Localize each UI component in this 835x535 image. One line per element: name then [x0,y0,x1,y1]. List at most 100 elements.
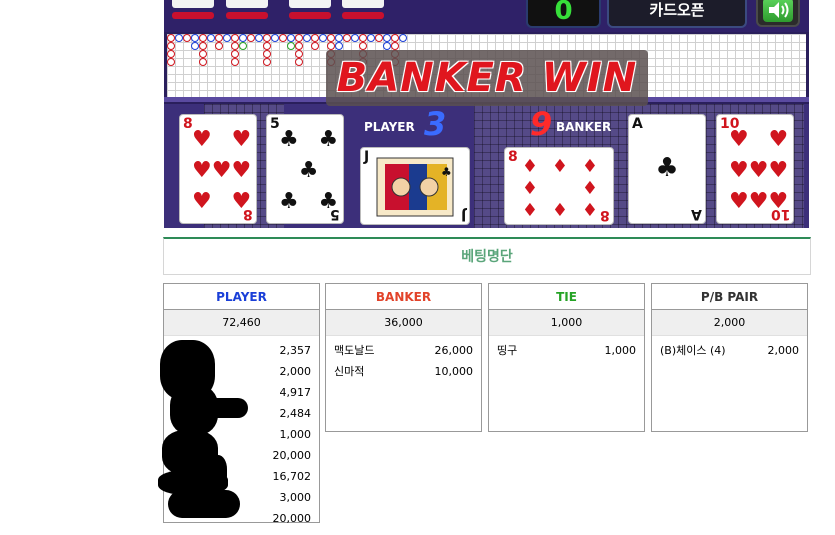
roadmap-bead [287,42,295,50]
round-counter: 0 [526,0,601,28]
roadmap-bead [367,34,375,42]
roadmap-bead [279,34,287,42]
sound-toggle-button[interactable] [756,0,800,27]
mini-bar [226,12,268,19]
roadmap-bead [263,42,271,50]
bet-row: (B)체이스 (4) 2,000 [660,340,799,361]
column-title: TIE [489,284,644,310]
card-rank: J [460,207,466,223]
roadmap-bead [335,34,343,42]
roadmap-bead [263,50,271,58]
roadmap-bead [391,34,399,42]
card-pips: ♥ ♥ ♥ ♥ ♥ ♥ ♥ [192,127,252,214]
jack-face-icon: ♣ [376,157,454,217]
card-pips: ♥ ♥ ♥ ♥ ♥ ♥ ♥ ♥ [729,127,789,214]
card-rank: J [364,149,370,165]
player-score: 3 [424,105,447,143]
roadmap-bead [263,34,271,42]
bet-amount: 10,000 [434,365,474,378]
roadmap-bead [375,34,383,42]
banker-card-1: 8 ♦ ♦ ♦ ♦ ♦ ♦ ♦ ♦ 8 [504,147,614,225]
mini-bar [289,12,331,19]
banker-card-3: 10 ♥ ♥ ♥ ♥ ♥ ♥ ♥ ♥ 10 [716,114,794,224]
bet-column-banker: BANKER 36,000 맥도날드 26,000 신마적 10,000 [325,283,482,432]
mini-bar [172,12,214,19]
roadmap-bead [199,50,207,58]
mini-card [172,0,214,8]
column-title: BANKER [326,284,481,310]
game-panel: 0 카드오픈 8 ♥ ♥ ♥ ♥ ♥ ♥ ♥ 8 5 ♣ ♣ ♣ ♣ ♣ 5 J… [164,0,809,228]
roadmap-bead [303,34,311,42]
roadmap-bead [247,34,255,42]
bet-amount: 3,000 [279,491,312,504]
card-rank: 8 [243,206,253,222]
bet-rows: (B)체이스 (4) 2,000 [652,336,807,428]
bet-amount: 4,917 [279,386,312,399]
card-rank: 5 [330,206,340,222]
roadmap-bead [383,42,391,50]
card-pips: ♣ ♣ ♣ ♣ ♣ [279,127,339,214]
game-topbar: 0 카드오픈 [164,0,809,32]
bet-amount: 2,000 [767,344,800,357]
bet-amount: 20,000 [272,512,312,525]
column-total: 2,000 [652,310,807,336]
roadmap-bead [167,50,175,58]
roadmap-bead [399,34,407,42]
bet-column-tie: TIE 1,000 띵구 1,000 [488,283,645,432]
bet-amount: 2,000 [279,365,312,378]
bettor-name: 신마적 [334,365,365,378]
bet-amount: 1,000 [604,344,637,357]
column-title: P/B PAIR [652,284,807,310]
roadmap-bead [215,34,223,42]
player-card-3: J ♣ J [360,147,470,225]
roadmap-bead [207,34,215,42]
column-total: 1,000 [489,310,644,336]
column-total: 72,460 [164,310,319,336]
bettor-name: 띵구 [497,344,518,357]
roadmap-bead [359,34,367,42]
roadmap-bead [167,42,175,50]
roadmap-bead [231,34,239,42]
roadmap-bead [167,34,175,42]
bet-column-pair: P/B PAIR 2,000 (B)체이스 (4) 2,000 [651,283,808,432]
card-table: 8 ♥ ♥ ♥ ♥ ♥ ♥ ♥ 8 5 ♣ ♣ ♣ ♣ ♣ 5 J ♣ J PL… [164,104,809,228]
bet-rows: 맥도날드 26,000 신마적 10,000 [326,336,481,428]
roadmap-bead [311,42,319,50]
banker-score-label: BANKER [556,120,612,134]
bet-row: 신마적 10,000 [334,361,473,382]
bet-row: 띵구 1,000 [497,340,636,361]
roadmap-bead [215,42,223,50]
roadmap-bead [239,34,247,42]
bet-amount: 1,000 [279,428,312,441]
roadmap-bead [263,58,271,66]
roadmap-bead [183,34,191,42]
mini-card [289,0,331,8]
card-rank: A [691,206,702,222]
bet-amount: 2,484 [279,407,312,420]
bet-list-title: 베팅명단 [163,237,811,275]
roadmap-bead [231,58,239,66]
roadmap-bead [327,42,335,50]
roadmap-bead [287,34,295,42]
card-rank: A [632,116,643,132]
player-score-label: PLAYER [364,120,415,134]
roadmap-bead [199,34,207,42]
roadmap-bead [199,42,207,50]
roadmap-bead [319,34,327,42]
bet-amount: 20,000 [272,449,312,462]
card-rank: 10 [770,206,790,222]
result-banner: BANKER WIN [326,50,648,106]
bet-amount: 16,702 [272,470,312,483]
roadmap-bead [383,34,391,42]
player-card-1: 8 ♥ ♥ ♥ ♥ ♥ ♥ ♥ 8 [179,114,257,224]
roadmap-bead [295,34,303,42]
card-open-button[interactable]: 카드오픈 [607,0,747,28]
speaker-icon [763,0,793,22]
roadmap-bead [255,34,263,42]
bet-amount: 2,357 [279,344,312,357]
banker-card-2: A ♣ A [628,114,706,224]
card-rank: 8 [600,207,610,223]
bet-row: 맥도날드 26,000 [334,340,473,361]
card-suit: ♣ [655,153,679,183]
roadmap-bead [271,34,279,42]
